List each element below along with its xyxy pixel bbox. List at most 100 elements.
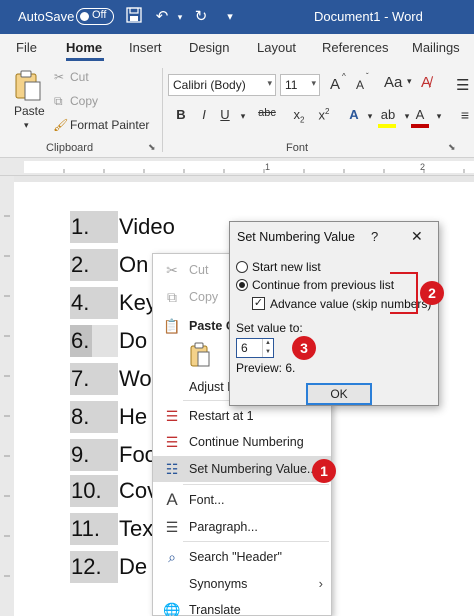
list-item[interactable]: 1. Video — [70, 211, 175, 243]
align-left-icon[interactable]: ≡ — [456, 107, 474, 123]
customize-toolbar-icon[interactable]: ▾ — [220, 7, 240, 27]
font-name-combo[interactable]: Calibri (Body) ▾ — [168, 74, 276, 96]
menu-item-synonyms[interactable]: Synonyms › — [153, 571, 331, 597]
tab-references[interactable]: References — [322, 40, 388, 55]
menu-item-label: Set Numbering Value... — [189, 462, 318, 476]
ruler-label: 1 — [265, 162, 271, 172]
advance-value-label[interactable]: Advance value (skip numbers) — [270, 297, 431, 311]
continue-numbering-icon: ☰ — [165, 434, 179, 450]
format-painter-button[interactable]: Format Painter — [70, 118, 149, 132]
font-size-combo[interactable]: 11 ▾ — [280, 74, 320, 96]
font-color-button[interactable]: A — [411, 107, 429, 122]
paste-keep-text-icon[interactable] — [189, 342, 211, 371]
autosave-toggle[interactable]: Off — [76, 8, 114, 25]
tab-layout[interactable]: Layout — [257, 40, 296, 55]
set-value-input[interactable]: 6 — [241, 341, 248, 355]
copy-button[interactable]: Copy — [70, 94, 98, 108]
menu-item-restart-at[interactable]: ☰ Restart at 1 — [153, 403, 331, 429]
document-title: Document1 - Word — [314, 9, 423, 24]
continue-previous-label[interactable]: Continue from previous list — [252, 278, 394, 292]
set-value-spinner[interactable]: 6 ▲ ▼ — [236, 338, 274, 358]
horizontal-ruler[interactable]: 1 2 — [0, 158, 474, 176]
menu-item-search[interactable]: ⌕ Search "Header" — [153, 544, 331, 570]
clipboard-launcher-icon[interactable]: ⬊ — [148, 142, 156, 153]
tab-home[interactable]: Home — [66, 40, 102, 55]
list-number: 11. — [70, 513, 118, 545]
subscript-button[interactable]: x2 — [290, 107, 308, 125]
close-icon[interactable]: ✕ — [411, 228, 423, 245]
translate-icon: 🌐 — [163, 602, 181, 616]
menu-item-set-numbering-value[interactable]: ☷ Set Numbering Value... — [153, 456, 331, 482]
chevron-down-icon[interactable]: ▾ — [407, 76, 412, 87]
list-number: 12. — [70, 551, 118, 583]
menu-item-label: Adjust L — [189, 380, 235, 394]
tab-file[interactable]: File — [16, 40, 37, 55]
tab-mailings[interactable]: Mailings — [412, 40, 460, 55]
list-item[interactable]: 10. Cov — [70, 475, 158, 507]
list-item[interactable]: 7. Wo — [70, 363, 152, 395]
bold-button[interactable]: B — [172, 107, 190, 122]
list-item[interactable]: 4. Key — [70, 287, 157, 319]
list-item[interactable]: 9. Foo — [70, 439, 157, 471]
ruler-body: 1 2 — [24, 161, 474, 173]
chevron-down-icon[interactable]: ▾ — [311, 78, 316, 89]
font-launcher-icon[interactable]: ⬊ — [448, 142, 456, 153]
paste-dropdown-icon[interactable]: ▾ — [24, 120, 29, 131]
list-item[interactable]: 2. On — [70, 249, 148, 281]
help-button[interactable]: ? — [371, 229, 378, 244]
cut-icon: ✂ — [54, 70, 65, 84]
list-item[interactable]: 11. Tex — [70, 513, 153, 545]
chevron-down-icon[interactable]: ▾ — [430, 111, 448, 122]
paste-button[interactable]: Paste — [14, 104, 45, 118]
list-item[interactable]: 12. De — [70, 551, 147, 583]
bullets-icon[interactable]: ☰ — [456, 76, 469, 94]
cut-button[interactable]: Cut — [70, 70, 89, 84]
tab-design[interactable]: Design — [189, 40, 229, 55]
italic-button[interactable]: I — [195, 107, 213, 122]
advance-value-checkbox[interactable]: ✓ — [252, 297, 265, 310]
list-text: Wo — [119, 366, 152, 391]
active-tab-indicator — [66, 58, 104, 61]
font-icon: A — [166, 490, 178, 509]
continue-previous-radio[interactable] — [236, 279, 248, 291]
strikethrough-button[interactable]: abc — [255, 107, 279, 119]
change-case-icon[interactable]: Aa — [384, 74, 402, 91]
tab-insert[interactable]: Insert — [129, 40, 162, 55]
list-number: 10. — [70, 475, 118, 507]
grow-font-icon[interactable]: A — [330, 76, 340, 93]
chevron-down-icon[interactable]: ▾ — [234, 111, 252, 122]
clear-formatting-icon[interactable]: A̸ — [421, 74, 431, 91]
list-item[interactable]: 8. He — [70, 401, 147, 433]
menu-item-label: Translate — [189, 603, 241, 616]
ok-button[interactable]: OK — [306, 383, 372, 405]
undo-icon[interactable]: ↶ — [152, 7, 172, 27]
menu-item-continue-numbering[interactable]: ☰ Continue Numbering — [153, 429, 331, 455]
paste-icon: 📋 — [163, 318, 181, 334]
save-icon[interactable] — [124, 7, 144, 27]
chevron-down-icon[interactable]: ▾ — [267, 78, 272, 89]
highlight-button[interactable]: ab — [377, 107, 399, 122]
menu-item-label: Continue Numbering — [189, 435, 304, 449]
superscript-button[interactable]: x2 — [315, 107, 333, 122]
list-number: 2. — [70, 249, 118, 281]
start-new-list-label[interactable]: Start new list — [252, 260, 321, 274]
menu-item-paragraph[interactable]: ☰ Paragraph... — [153, 514, 331, 540]
vertical-ruler[interactable] — [0, 176, 14, 616]
list-text: He — [119, 404, 148, 429]
start-new-list-radio[interactable] — [236, 261, 248, 273]
font-size-value: 11 — [285, 78, 298, 92]
callout-badge-2: 2 — [420, 281, 444, 305]
cut-icon: ✂ — [166, 262, 178, 278]
undo-dropdown-icon[interactable]: ▾ — [170, 7, 190, 27]
list-item-selected[interactable]: 6. Do — [70, 325, 147, 357]
shrink-arrow-icon: ˇ — [366, 72, 369, 81]
paste-icon[interactable] — [14, 70, 42, 105]
shrink-font-icon[interactable]: A — [356, 78, 364, 92]
menu-item-label: Search "Header" — [189, 550, 282, 564]
menu-item-translate[interactable]: 🌐 Translate — [153, 597, 331, 616]
underline-button[interactable]: U — [216, 107, 234, 122]
redo-icon[interactable]: ↻ — [191, 7, 211, 27]
spinner-arrows-icon[interactable]: ▲ ▼ — [262, 339, 273, 357]
menu-item-font[interactable]: A Font... — [153, 487, 331, 513]
list-text: Do — [119, 328, 148, 353]
